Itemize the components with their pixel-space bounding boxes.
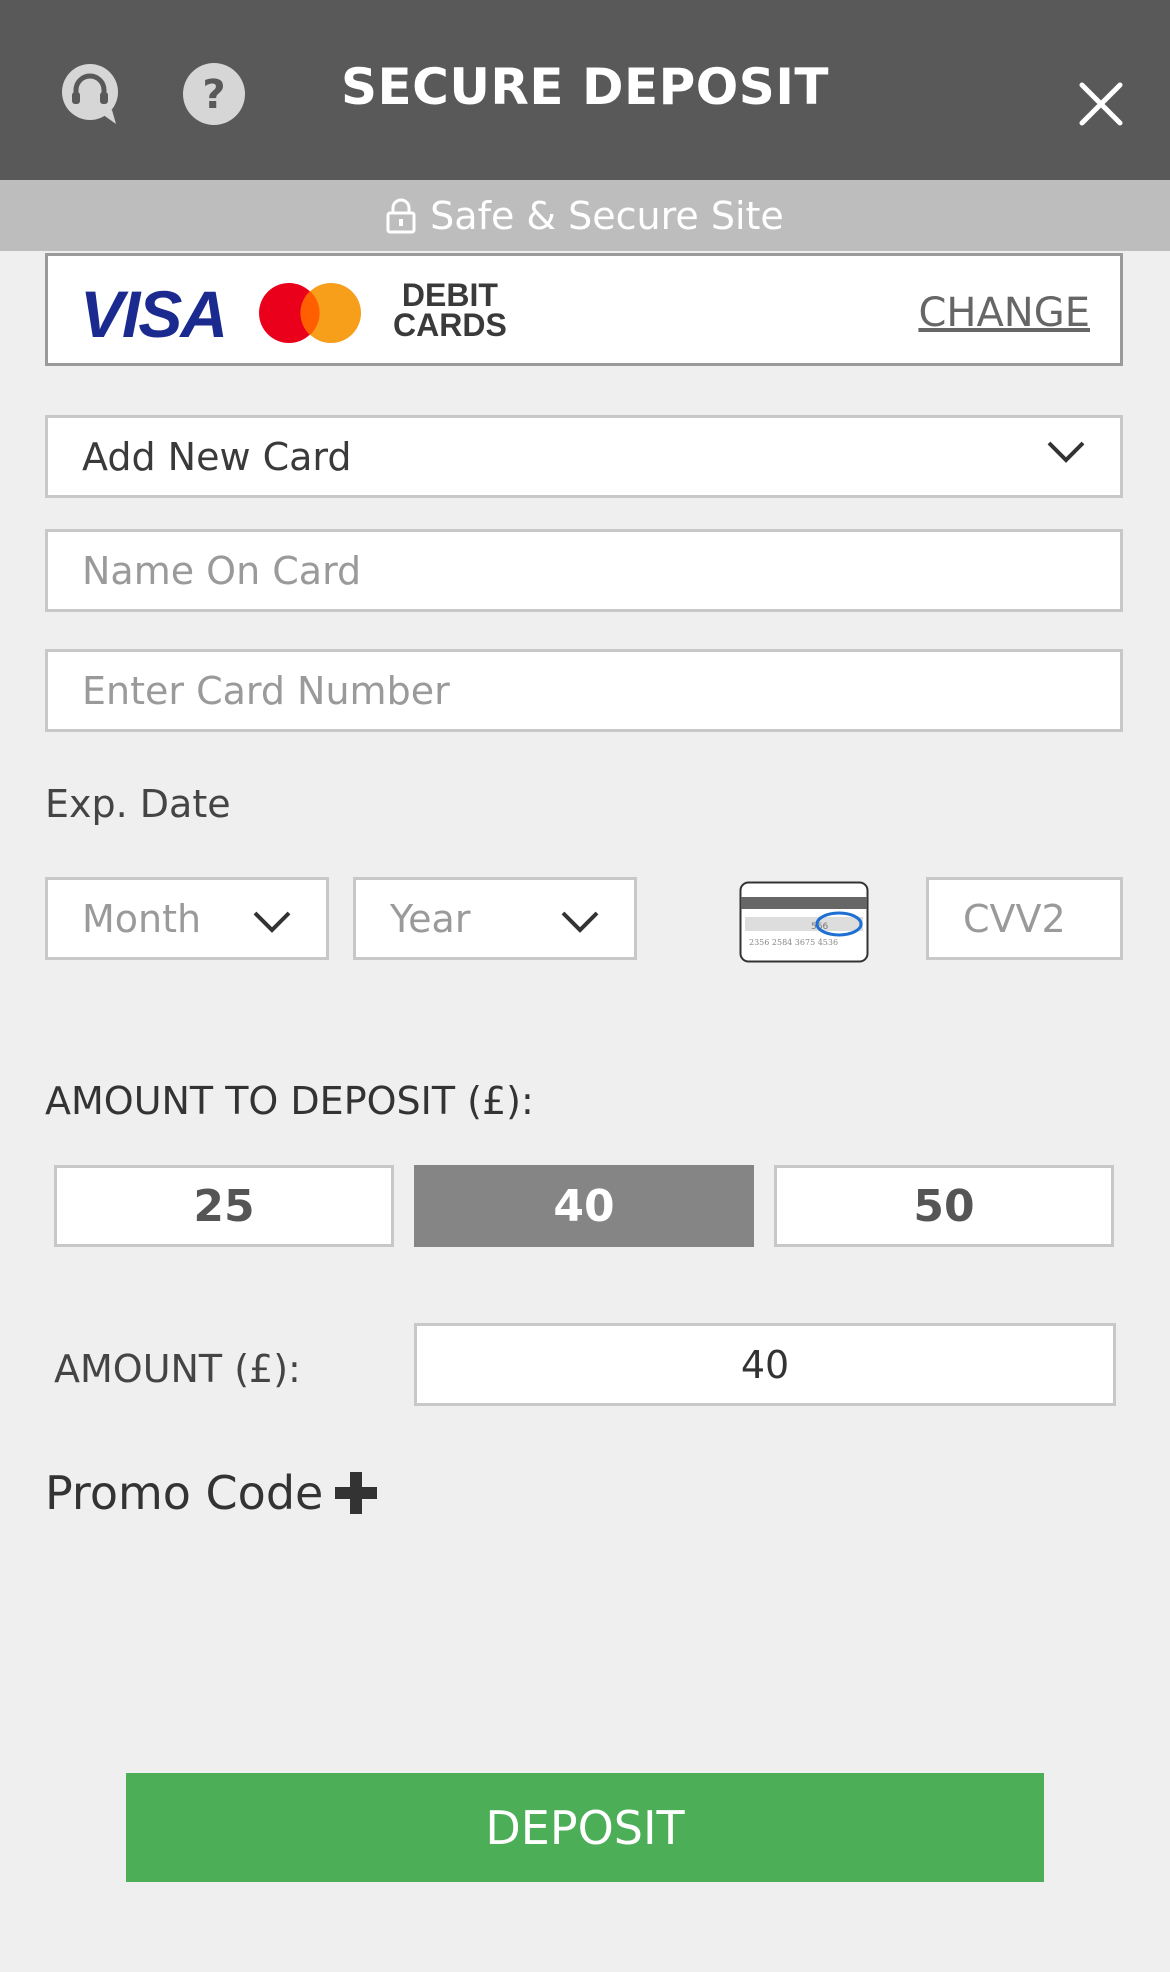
close-icon[interactable]: [1072, 75, 1130, 133]
lock-icon: [386, 198, 416, 233]
debit-logo-line2: CARDS: [393, 307, 507, 343]
card-number-placeholder: Enter Card Number: [82, 668, 450, 713]
month-select[interactable]: Month: [45, 877, 329, 960]
year-placeholder: Year: [390, 896, 471, 941]
amount-input-label: AMOUNT (£):: [54, 1347, 301, 1391]
card-select-dropdown[interactable]: Add New Card: [45, 415, 1123, 498]
amount-to-deposit-label: AMOUNT TO DEPOSIT (£):: [45, 1079, 534, 1123]
mastercard-logo: [259, 283, 361, 343]
visa-logo: VISA: [80, 277, 228, 351]
chevron-down-icon: [561, 911, 599, 933]
cvv-card-icon: 566 2356 2584 3675 4536: [739, 881, 869, 963]
change-payment-link[interactable]: CHANGE: [918, 290, 1090, 336]
year-select[interactable]: Year: [353, 877, 637, 960]
chevron-down-icon: [253, 911, 291, 933]
deposit-button[interactable]: DEPOSIT: [126, 1773, 1044, 1882]
promo-code-label: Promo Code: [45, 1466, 324, 1520]
promo-code-toggle[interactable]: Promo Code: [45, 1466, 379, 1520]
secure-site-bar: Safe & Secure Site: [0, 180, 1170, 251]
secure-site-text: Safe & Secure Site: [430, 193, 784, 238]
amount-input[interactable]: 40: [414, 1323, 1116, 1406]
cvv-input[interactable]: CVV2: [926, 877, 1123, 960]
modal-title: SECURE DEPOSIT: [340, 58, 830, 116]
amount-option-40[interactable]: 40: [414, 1165, 754, 1247]
amount-option-25[interactable]: 25: [54, 1165, 394, 1247]
chevron-down-icon: [1047, 441, 1085, 463]
amount-input-value: 40: [740, 1342, 790, 1387]
amount-option-50[interactable]: 50: [774, 1165, 1114, 1247]
cvv-card-number-text: 2356 2584 3675 4536: [749, 938, 838, 947]
name-on-card-input[interactable]: Name On Card: [45, 529, 1123, 612]
modal-header: ? SECURE DEPOSIT: [0, 0, 1170, 180]
debit-cards-logo: DEBIT CARDS: [393, 277, 507, 343]
card-number-input[interactable]: Enter Card Number: [45, 649, 1123, 732]
name-on-card-placeholder: Name On Card: [82, 548, 362, 593]
cvv-placeholder: CVV2: [963, 896, 1066, 941]
debit-logo-line1: DEBIT: [401, 277, 498, 313]
month-placeholder: Month: [82, 896, 202, 941]
exp-date-label: Exp. Date: [45, 782, 231, 826]
plus-icon: [335, 1472, 378, 1514]
payment-method-box: VISA DEBIT CARDS CHANGE: [45, 253, 1123, 366]
card-select-value: Add New Card: [82, 434, 352, 479]
